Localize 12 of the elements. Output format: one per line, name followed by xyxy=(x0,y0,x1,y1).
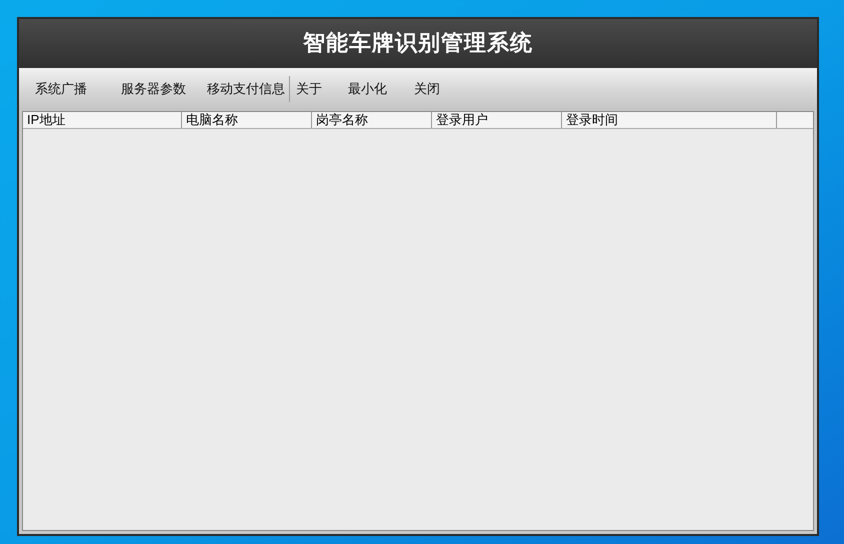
toolbar-button[interactable]: 最小化 xyxy=(348,74,414,104)
window-title: 智能车牌识别管理系统 xyxy=(303,29,533,58)
column-header[interactable]: IP地址 xyxy=(23,112,182,128)
toolbar-button[interactable]: 服务器参数 xyxy=(121,74,207,104)
toolbar-button[interactable]: 系统广播 xyxy=(35,74,121,104)
column-header[interactable]: 电脑名称 xyxy=(182,112,312,128)
column-header[interactable]: 登录时间 xyxy=(562,112,777,128)
toolbar-button[interactable]: 关于 xyxy=(296,74,348,104)
toolbar-button[interactable]: 移动支付信息 xyxy=(207,74,287,104)
toolbar-button[interactable]: 关闭 xyxy=(414,74,464,104)
column-header[interactable]: 登录用户 xyxy=(432,112,562,128)
column-header[interactable]: 岗亭名称 xyxy=(312,112,432,128)
